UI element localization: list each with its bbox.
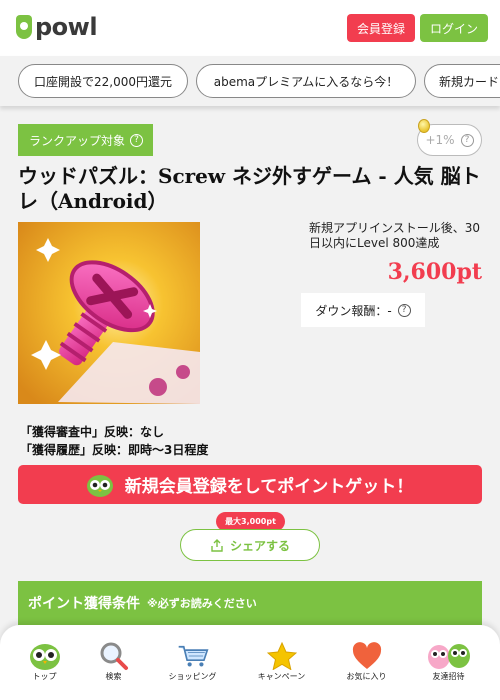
conditions-section-header: ポイント獲得条件 ※必ずお読みください: [18, 581, 482, 625]
share-label: シェアする: [229, 538, 290, 553]
review-status-text: 「獲得審査中」反映：なし: [20, 425, 165, 439]
nav-item-campaign[interactable]: キャンペーン: [240, 625, 323, 700]
nav-label: ショッピング: [168, 672, 217, 681]
register-cta-button[interactable]: 新規会員登録をしてポイントゲット！: [18, 465, 482, 504]
promo-chip[interactable]: abemaプレミアムに入るなら今！: [196, 64, 416, 98]
nav-item-favorites[interactable]: お気に入り: [325, 625, 408, 700]
coin-icon: [418, 119, 430, 133]
star-icon: [266, 641, 298, 671]
owl-friends-icon: [427, 641, 471, 671]
magnifier-icon: [98, 641, 130, 671]
nav-label: 友達招待: [432, 672, 465, 681]
rank-up-badge[interactable]: ランクアップ対象 ?: [18, 124, 153, 156]
help-icon: ?: [397, 303, 411, 317]
register-button[interactable]: 会員登録: [347, 14, 415, 42]
promo-chip-bar: 口座開設で22,000円還元 abemaプレミアムに入るなら今！ 新規カード: [0, 56, 500, 106]
offer-title: ウッドパズル：Screw ネジ外すゲーム - 人気 脳トレ（Android）: [18, 164, 481, 213]
owl-icon: [29, 641, 61, 671]
help-icon: ?: [130, 133, 144, 147]
down-reward-box[interactable]: ダウン報酬：- ?: [301, 293, 425, 327]
bottom-nav: トップ 検索 ショッピング キャンペーン お気に入り 友達招待: [0, 625, 500, 700]
offer-points: 3,600pt: [387, 259, 482, 285]
nav-item-search[interactable]: 検索: [72, 625, 155, 700]
cta-label: 新規会員登録をしてポイントゲット！: [124, 477, 414, 497]
nav-label: 検索: [105, 672, 122, 681]
rank-up-label: ランクアップ対象: [29, 133, 126, 148]
logo-text: powl: [35, 13, 98, 41]
offer-condition: 新規アプリインストール後、30日以内にLevel 800達成: [309, 221, 481, 250]
header: powl 会員登録 ログイン: [0, 0, 500, 56]
nav-item-invite[interactable]: 友達招待: [407, 625, 490, 700]
help-icon: ?: [460, 133, 474, 147]
owl-logo-icon: [16, 15, 32, 39]
history-status-text: 「獲得履歴」反映：即時～3日程度: [20, 443, 209, 457]
powl-logo[interactable]: powl: [16, 13, 98, 41]
app-thumbnail: [18, 222, 200, 404]
nav-label: キャンペーン: [257, 672, 306, 681]
promo-chip[interactable]: 口座開設で22,000円還元: [18, 64, 188, 98]
conditions-title: ポイント獲得条件: [28, 596, 140, 612]
share-icon: [211, 538, 223, 552]
heart-icon: [351, 641, 383, 671]
down-reward-label: ダウン報酬：-: [315, 303, 392, 318]
cart-icon: [177, 641, 209, 671]
promo-chip[interactable]: 新規カード: [424, 64, 500, 98]
owl-icon: [86, 474, 113, 497]
conditions-note: ※必ずお読みください: [147, 597, 257, 610]
nav-label: お気に入り: [346, 672, 387, 681]
login-button[interactable]: ログイン: [420, 14, 488, 42]
share-button[interactable]: シェアする: [180, 529, 320, 561]
bonus-rate-label: +1%: [425, 133, 455, 147]
nav-item-shopping[interactable]: ショッピング: [151, 625, 234, 700]
